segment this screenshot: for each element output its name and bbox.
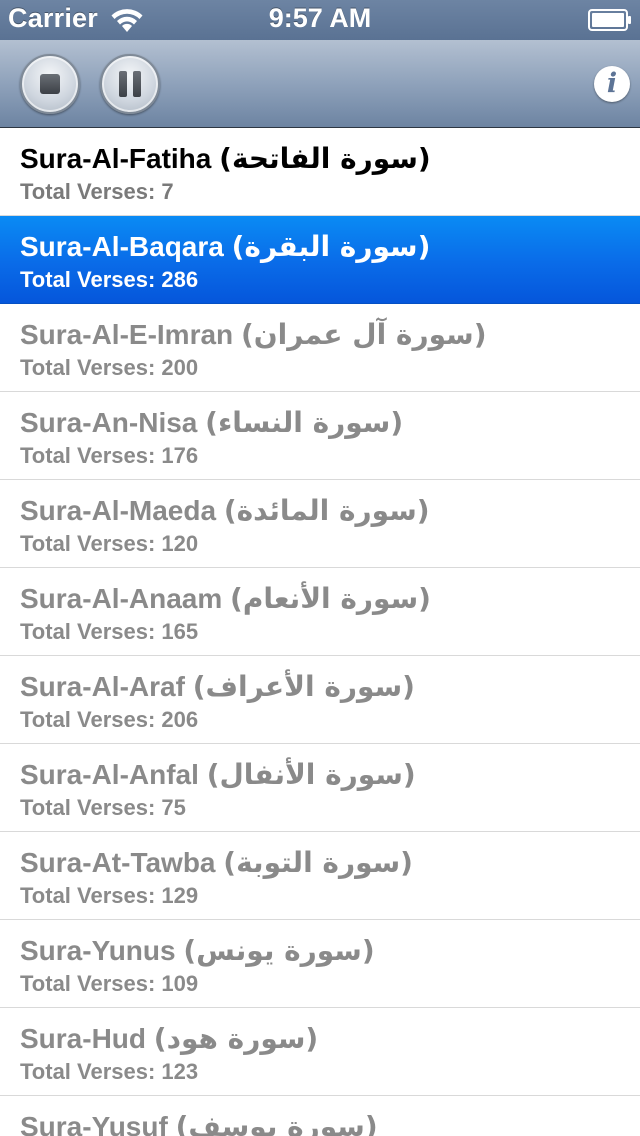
sura-verse-count: Total Verses: 176 [20, 443, 199, 468]
sura-name: Sura-Al-Maeda [20, 495, 217, 526]
sura-list[interactable]: Sura-Al-Fatiha (سورة الفاتحة) Total Vers… [0, 128, 640, 1136]
sura-verse-count: Total Verses: 129 [20, 883, 199, 908]
sura-row-al-baqara[interactable]: Sura-Al-Baqara (سورة البقرة) Total Verse… [0, 216, 640, 304]
battery-icon [588, 9, 631, 31]
sura-arabic-name: (سورة الأنعام) [230, 582, 431, 615]
sura-name: Sura-Al-E-Imran [20, 319, 234, 350]
sura-name: Sura-Yusuf [20, 1111, 168, 1136]
sura-row-al-e-imran[interactable]: Sura-Al-E-Imran (سورة آل عمران) Total Ve… [0, 304, 640, 392]
sura-title: Sura-Al-Maeda (سورة المائدة) [20, 494, 430, 527]
info-button[interactable]: i [594, 66, 630, 102]
sura-name: Sura-At-Tawba [20, 847, 216, 878]
sura-name: Sura-Al-Anaam [20, 583, 223, 614]
sura-name: Sura-Al-Araf [20, 671, 185, 702]
sura-verse-count: Total Verses: 120 [20, 531, 199, 556]
sura-title: Sura-Yunus (سورة يونس) [20, 934, 375, 967]
sura-row-yunus[interactable]: Sura-Yunus (سورة يونس) Total Verses: 109 [0, 920, 640, 1008]
sura-row-an-nisa[interactable]: Sura-An-Nisa (سورة النساء) Total Verses:… [0, 392, 640, 480]
info-icon: i [606, 68, 618, 99]
sura-arabic-name: (سورة البقرة) [231, 230, 431, 263]
sura-row-hud[interactable]: Sura-Hud (سورة هود) Total Verses: 123 [0, 1008, 640, 1096]
sura-row-al-maeda[interactable]: Sura-Al-Maeda (سورة المائدة) Total Verse… [0, 480, 640, 568]
sura-verse-count: Total Verses: 7 [20, 179, 174, 204]
sura-name: Sura-Al-Fatiha [20, 143, 212, 174]
sura-title: Sura-Hud (سورة هود) [20, 1022, 318, 1055]
sura-title: Sura-Al-Anfal (سورة الأنفال) [20, 758, 416, 791]
sura-name: Sura-Hud [20, 1023, 146, 1054]
sura-row-at-tawba[interactable]: Sura-At-Tawba (سورة التوبة) Total Verses… [0, 832, 640, 920]
sura-verse-count: Total Verses: 165 [20, 619, 199, 644]
sura-title: Sura-An-Nisa (سورة النساء) [20, 406, 403, 439]
pause-button[interactable] [100, 54, 160, 114]
sura-name: Sura-Yunus [20, 935, 176, 966]
sura-row-al-fatiha[interactable]: Sura-Al-Fatiha (سورة الفاتحة) Total Vers… [0, 128, 640, 216]
sura-arabic-name: (سورة التوبة) [223, 846, 413, 879]
sura-verse-count: Total Verses: 123 [20, 1059, 199, 1084]
status-bar: Carrier 9:57 AM [0, 0, 640, 40]
status-time: 9:57 AM [268, 3, 372, 33]
sura-verse-count: Total Verses: 200 [20, 355, 199, 380]
sura-title: Sura-Al-E-Imran (سورة آل عمران) [20, 318, 486, 351]
sura-arabic-name: (سورة الفاتحة) [219, 142, 431, 175]
sura-arabic-name: (سورة يونس) [183, 934, 375, 967]
sura-row-al-anfal[interactable]: Sura-Al-Anfal (سورة الأنفال) Total Verse… [0, 744, 640, 832]
sura-title: Sura-Al-Baqara (سورة البقرة) [20, 230, 430, 263]
player-toolbar: i [0, 40, 640, 128]
sura-arabic-name: (سورة آل عمران) [240, 318, 487, 351]
sura-verse-count: Total Verses: 109 [20, 971, 199, 996]
sura-name: Sura-Al-Anfal [20, 759, 199, 790]
sura-title: Sura-Yusuf (سورة يوسف) [20, 1110, 378, 1136]
sura-arabic-name: (سورة يوسف) [175, 1110, 378, 1136]
sura-verse-count: Total Verses: 75 [20, 795, 186, 820]
pause-icon [119, 71, 141, 97]
sura-title: Sura-Al-Araf (سورة الأعراف) [20, 670, 415, 703]
screen: Carrier 9:57 AM i Sura-Al-Fatiha (سورة ا… [0, 0, 640, 1136]
sura-title: Sura-Al-Fatiha (سورة الفاتحة) [20, 142, 431, 175]
sura-arabic-name: (سورة المائدة) [223, 494, 430, 527]
sura-row-yusuf[interactable]: Sura-Yusuf (سورة يوسف) [0, 1096, 640, 1136]
sura-row-al-anaam[interactable]: Sura-Al-Anaam (سورة الأنعام) Total Verse… [0, 568, 640, 656]
sura-title: Sura-At-Tawba (سورة التوبة) [20, 846, 413, 879]
stop-icon [40, 74, 60, 94]
sura-name: Sura-Al-Baqara [20, 231, 224, 262]
stop-button[interactable] [20, 54, 80, 114]
sura-name: Sura-An-Nisa [20, 407, 198, 438]
sura-verse-count: Total Verses: 286 [20, 267, 199, 292]
sura-arabic-name: (سورة الأنفال) [206, 758, 416, 791]
sura-arabic-name: (سورة الأعراف) [192, 670, 415, 703]
sura-arabic-name: (سورة النساء) [205, 406, 404, 439]
sura-arabic-name: (سورة هود) [153, 1022, 319, 1055]
sura-row-al-araf[interactable]: Sura-Al-Araf (سورة الأعراف) Total Verses… [0, 656, 640, 744]
sura-title: Sura-Al-Anaam (سورة الأنعام) [20, 582, 431, 615]
sura-verse-count: Total Verses: 206 [20, 707, 199, 732]
